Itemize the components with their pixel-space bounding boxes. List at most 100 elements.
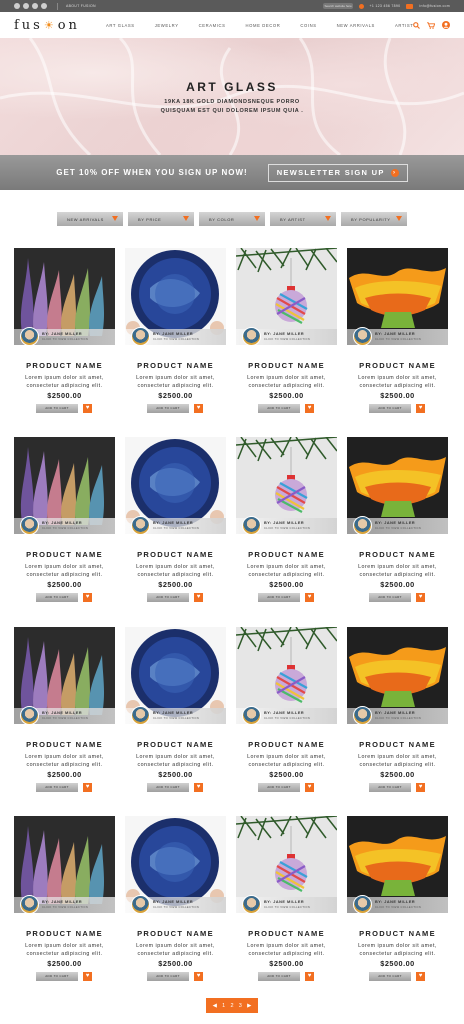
view-collection-link[interactable]: CLICK TO VIEW COLLECTION <box>42 717 88 720</box>
product-card[interactable]: BY: JANE MILLER CLICK TO VIEW COLLECTION P… <box>236 627 337 797</box>
wishlist-heart-icon[interactable]: ♥ <box>305 972 314 981</box>
product-name[interactable]: PRODUCT NAME <box>14 740 115 749</box>
wishlist-heart-icon[interactable]: ♥ <box>83 404 92 413</box>
product-image[interactable]: BY: JANE MILLER CLICK TO VIEW COLLECTION <box>14 816 115 913</box>
add-to-cart-button[interactable]: ADD TO CART <box>258 972 300 981</box>
search-input[interactable]: Search website here <box>322 3 353 9</box>
add-to-cart-button[interactable]: ADD TO CART <box>258 593 300 602</box>
artist-strip[interactable]: BY: JANE MILLER CLICK TO VIEW COLLECTION <box>14 895 115 913</box>
product-card[interactable]: BY: JANE MILLER CLICK TO VIEW COLLECTION P… <box>125 248 226 418</box>
product-card[interactable]: BY: JANE MILLER CLICK TO VIEW COLLECTION P… <box>14 437 115 607</box>
product-card[interactable]: BY: JANE MILLER CLICK TO VIEW COLLECTION P… <box>236 816 337 986</box>
newsletter-button[interactable]: NEWSLETTER SIGN UP › <box>267 163 408 182</box>
add-to-cart-button[interactable]: ADD TO CART <box>36 593 78 602</box>
wishlist-heart-icon[interactable]: ♥ <box>83 593 92 602</box>
menu-item-new-arrivals[interactable]: NEW ARRIVALS <box>337 23 375 28</box>
add-to-cart-button[interactable]: ADD TO CART <box>258 404 300 413</box>
page-2[interactable]: 2 <box>230 1003 233 1009</box>
add-to-cart-button[interactable]: ADD TO CART <box>36 404 78 413</box>
product-card[interactable]: BY: JANE MILLER CLICK TO VIEW COLLECTION P… <box>347 248 448 418</box>
artist-strip[interactable]: BY: JANE MILLER CLICK TO VIEW COLLECTION <box>125 895 226 913</box>
product-card[interactable]: BY: JANE MILLER CLICK TO VIEW COLLECTION P… <box>14 627 115 797</box>
facebook-icon[interactable] <box>14 3 20 9</box>
product-image[interactable]: BY: JANE MILLER CLICK TO VIEW COLLECTION <box>236 437 337 534</box>
product-image[interactable]: BY: JANE MILLER CLICK TO VIEW COLLECTION <box>125 437 226 534</box>
product-card[interactable]: BY: JANE MILLER CLICK TO VIEW COLLECTION P… <box>14 248 115 418</box>
wishlist-heart-icon[interactable]: ♥ <box>194 404 203 413</box>
wishlist-heart-icon[interactable]: ♥ <box>194 783 203 792</box>
add-to-cart-button[interactable]: ADD TO CART <box>36 783 78 792</box>
add-to-cart-button[interactable]: ADD TO CART <box>147 783 189 792</box>
product-image[interactable]: BY: JANE MILLER CLICK TO VIEW COLLECTION <box>14 627 115 724</box>
product-name[interactable]: PRODUCT NAME <box>236 740 337 749</box>
wishlist-heart-icon[interactable]: ♥ <box>416 783 425 792</box>
artist-strip[interactable]: BY: JANE MILLER CLICK TO VIEW COLLECTION <box>14 327 115 345</box>
product-name[interactable]: PRODUCT NAME <box>125 550 226 559</box>
product-name[interactable]: PRODUCT NAME <box>14 361 115 370</box>
add-to-cart-button[interactable]: ADD TO CART <box>147 404 189 413</box>
product-image[interactable]: BY: JANE MILLER CLICK TO VIEW COLLECTION <box>125 816 226 913</box>
logo[interactable]: fus ☀ on <box>14 18 80 33</box>
artist-strip[interactable]: BY: JANE MILLER CLICK TO VIEW COLLECTION <box>125 327 226 345</box>
product-image[interactable]: BY: JANE MILLER CLICK TO VIEW COLLECTION <box>347 627 448 724</box>
artist-strip[interactable]: BY: JANE MILLER CLICK TO VIEW COLLECTION <box>347 706 448 724</box>
view-collection-link[interactable]: CLICK TO VIEW COLLECTION <box>264 338 310 341</box>
view-collection-link[interactable]: CLICK TO VIEW COLLECTION <box>153 527 199 530</box>
product-name[interactable]: PRODUCT NAME <box>125 740 226 749</box>
product-image[interactable]: BY: JANE MILLER CLICK TO VIEW COLLECTION <box>125 248 226 345</box>
wishlist-heart-icon[interactable]: ♥ <box>194 972 203 981</box>
add-to-cart-button[interactable]: ADD TO CART <box>369 972 411 981</box>
add-to-cart-button[interactable]: ADD TO CART <box>369 404 411 413</box>
instagram-icon[interactable] <box>41 3 47 9</box>
add-to-cart-button[interactable]: ADD TO CART <box>36 972 78 981</box>
view-collection-link[interactable]: CLICK TO VIEW COLLECTION <box>375 906 421 909</box>
add-to-cart-button[interactable]: ADD TO CART <box>147 972 189 981</box>
product-name[interactable]: PRODUCT NAME <box>236 929 337 938</box>
product-name[interactable]: PRODUCT NAME <box>347 929 448 938</box>
menu-item-coins[interactable]: COINS <box>300 23 316 28</box>
product-card[interactable]: BY: JANE MILLER CLICK TO VIEW COLLECTION P… <box>125 627 226 797</box>
product-name[interactable]: PRODUCT NAME <box>236 361 337 370</box>
about-link[interactable]: ABOUT FUSION <box>66 4 96 8</box>
product-name[interactable]: PRODUCT NAME <box>236 550 337 559</box>
artist-strip[interactable]: BY: JANE MILLER CLICK TO VIEW COLLECTION <box>14 516 115 534</box>
view-collection-link[interactable]: CLICK TO VIEW COLLECTION <box>375 338 421 341</box>
wishlist-heart-icon[interactable]: ♥ <box>194 593 203 602</box>
product-image[interactable]: BY: JANE MILLER CLICK TO VIEW COLLECTION <box>347 248 448 345</box>
search-icon[interactable] <box>413 21 421 29</box>
add-to-cart-button[interactable]: ADD TO CART <box>258 783 300 792</box>
product-card[interactable]: BY: JANE MILLER CLICK TO VIEW COLLECTION P… <box>125 437 226 607</box>
view-collection-link[interactable]: CLICK TO VIEW COLLECTION <box>264 906 310 909</box>
product-image[interactable]: BY: JANE MILLER CLICK TO VIEW COLLECTION <box>236 816 337 913</box>
product-name[interactable]: PRODUCT NAME <box>347 550 448 559</box>
prev-page-icon[interactable]: ◀ <box>213 1003 217 1009</box>
product-card[interactable]: BY: JANE MILLER CLICK TO VIEW COLLECTION P… <box>236 437 337 607</box>
pinterest-icon[interactable] <box>32 3 38 9</box>
wishlist-heart-icon[interactable]: ♥ <box>83 972 92 981</box>
view-collection-link[interactable]: CLICK TO VIEW COLLECTION <box>375 717 421 720</box>
wishlist-heart-icon[interactable]: ♥ <box>305 783 314 792</box>
product-card[interactable]: BY: JANE MILLER CLICK TO VIEW COLLECTION P… <box>236 248 337 418</box>
menu-item-jewelry[interactable]: JEWELRY <box>155 23 179 28</box>
view-collection-link[interactable]: CLICK TO VIEW COLLECTION <box>153 717 199 720</box>
view-collection-link[interactable]: CLICK TO VIEW COLLECTION <box>42 338 88 341</box>
cart-icon[interactable] <box>427 21 436 29</box>
product-card[interactable]: BY: JANE MILLER CLICK TO VIEW COLLECTION P… <box>347 437 448 607</box>
menu-item-home-decor[interactable]: HOME DECOR <box>246 23 281 28</box>
add-to-cart-button[interactable]: ADD TO CART <box>147 593 189 602</box>
wishlist-heart-icon[interactable]: ♥ <box>305 593 314 602</box>
email-address[interactable]: info@fusion.com <box>419 4 450 8</box>
wishlist-heart-icon[interactable]: ♥ <box>416 593 425 602</box>
product-name[interactable]: PRODUCT NAME <box>347 740 448 749</box>
menu-item-ceramics[interactable]: CERAMICS <box>199 23 226 28</box>
artist-strip[interactable]: BY: JANE MILLER CLICK TO VIEW COLLECTION <box>236 516 337 534</box>
product-card[interactable]: BY: JANE MILLER CLICK TO VIEW COLLECTION P… <box>14 816 115 986</box>
page-1[interactable]: 1 <box>222 1003 225 1009</box>
artist-strip[interactable]: BY: JANE MILLER CLICK TO VIEW COLLECTION <box>347 327 448 345</box>
menu-item-art-glass[interactable]: ART GLASS <box>106 23 135 28</box>
page-3[interactable]: 3 <box>239 1003 242 1009</box>
phone-number[interactable]: +1 123 456 7890 <box>370 4 401 8</box>
filter-by-popularity[interactable]: BY POPULARITY <box>341 212 407 226</box>
product-card[interactable]: BY: JANE MILLER CLICK TO VIEW COLLECTION P… <box>347 627 448 797</box>
artist-strip[interactable]: BY: JANE MILLER CLICK TO VIEW COLLECTION <box>236 895 337 913</box>
